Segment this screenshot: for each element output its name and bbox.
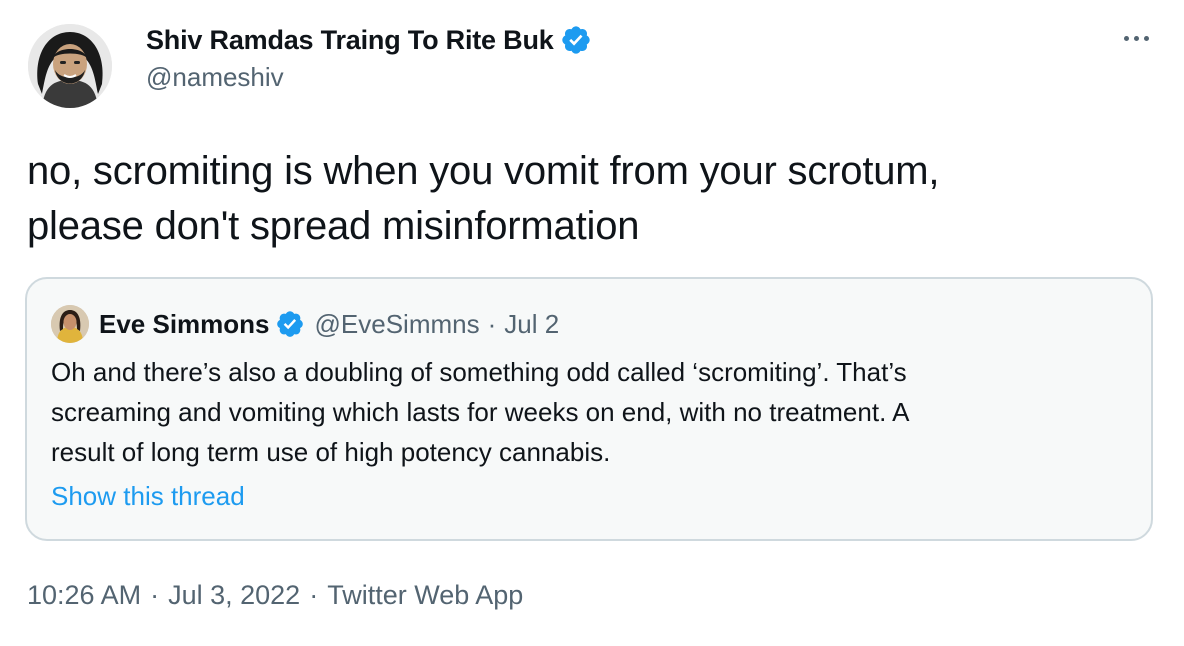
verified-badge-icon [275, 309, 305, 339]
tweet-text: no, scromiting is when you vomit from yo… [27, 144, 1147, 254]
quoted-tweet[interactable]: Eve Simmons @EveSimmns · Jul 2 Oh and th… [25, 277, 1153, 541]
author-block: Shiv Ramdas Traing To Rite Buk @nameshiv [146, 22, 592, 93]
quoted-text-line: screaming and vomiting which lasts for w… [51, 397, 910, 427]
tweet-source[interactable]: Twitter Web App [327, 580, 523, 611]
author-name-row: Shiv Ramdas Traing To Rite Buk [146, 22, 592, 58]
dot [1123, 35, 1129, 41]
quoted-handle: @EveSimmns [314, 308, 480, 339]
tweet-text-line: please don't spread misinformation [27, 204, 640, 248]
meta-separator: · [309, 580, 319, 610]
quoted-text-line: Oh and there’s also a doubling of someth… [51, 357, 907, 387]
author-handle[interactable]: @nameshiv [146, 62, 592, 93]
author-avatar[interactable] [28, 24, 112, 108]
tweet-date[interactable]: Jul 3, 2022 [168, 580, 300, 611]
quoted-date: Jul 2 [504, 308, 560, 339]
meta-separator: · [150, 580, 160, 610]
dot [1133, 35, 1139, 41]
quoted-separator: · [487, 308, 497, 339]
more-dots-icon[interactable] [1116, 26, 1156, 50]
show-thread-link[interactable]: Show this thread [51, 481, 245, 512]
quoted-header: Eve Simmons @EveSimmns · Jul 2 [51, 305, 559, 343]
author-name[interactable]: Shiv Ramdas Traing To Rite Buk [146, 25, 554, 56]
verified-badge-icon [560, 24, 592, 56]
tweet-text-line: no, scromiting is when you vomit from yo… [27, 149, 940, 193]
tweet-time[interactable]: 10:26 AM [27, 580, 141, 611]
quoted-text: Oh and there’s also a doubling of someth… [51, 352, 1131, 472]
quoted-avatar [51, 305, 89, 343]
quoted-text-line: result of long term use of high potency … [51, 437, 611, 467]
tweet-meta: 10:26 AM · Jul 3, 2022 · Twitter Web App [27, 580, 523, 611]
tweet-card: Shiv Ramdas Traing To Rite Buk @nameshiv… [0, 0, 1184, 646]
dot [1143, 35, 1149, 41]
quoted-name: Eve Simmons [99, 308, 270, 339]
